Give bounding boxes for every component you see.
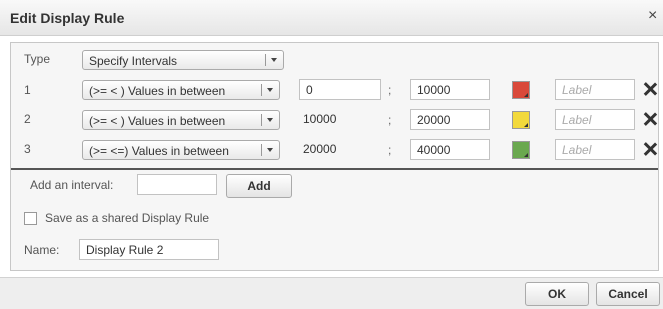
chevron-down-icon — [267, 88, 273, 92]
interval-from-input[interactable]: 0 — [299, 79, 381, 100]
chevron-down-icon — [271, 58, 277, 62]
remove-interval-icon[interactable] — [643, 142, 657, 156]
chevron-down-icon — [524, 153, 528, 157]
remove-interval-icon[interactable] — [643, 112, 657, 126]
add-interval-input[interactable] — [137, 174, 217, 195]
interval-label-input[interactable]: Label — [555, 139, 635, 160]
type-select-value: Specify Intervals — [89, 54, 178, 68]
dialog-title: Edit Display Rule — [10, 10, 125, 26]
interval-index: 1 — [24, 83, 31, 97]
interval-separator: ; — [388, 143, 392, 157]
interval-operator-select[interactable]: (>= < ) Values in between — [82, 80, 280, 100]
chevron-down-icon — [267, 118, 273, 122]
interval-index: 2 — [24, 112, 31, 126]
type-label: Type — [24, 52, 51, 66]
chevron-down-icon — [524, 123, 528, 127]
chevron-down-icon — [524, 93, 528, 97]
interval-color-picker[interactable] — [512, 81, 530, 99]
dialog-footer: OK Cancel — [0, 277, 663, 309]
interval-to-input[interactable]: 20000 — [410, 109, 490, 130]
interval-operator-value: (>= < ) Values in between — [89, 84, 226, 98]
shared-rule-checkbox[interactable] — [24, 212, 37, 225]
cancel-button[interactable]: Cancel — [596, 282, 660, 306]
select-separator — [261, 84, 262, 96]
select-separator — [261, 114, 262, 126]
interval-color-picker[interactable] — [512, 141, 530, 159]
interval-operator-select[interactable]: (>= <=) Values in between — [82, 140, 280, 160]
interval-separator: ; — [388, 83, 392, 97]
interval-from-value: 20000 — [303, 142, 337, 156]
interval-color-picker[interactable] — [512, 111, 530, 129]
add-interval-label: Add an interval: — [30, 178, 114, 192]
interval-index: 3 — [24, 142, 31, 156]
rule-name-input[interactable]: Display Rule 2 — [79, 239, 219, 260]
chevron-down-icon — [267, 148, 273, 152]
interval-to-input[interactable]: 40000 — [410, 139, 490, 160]
dialog-content: Type Specify Intervals 1 (>= < ) Values … — [10, 42, 659, 271]
name-label: Name: — [24, 243, 60, 257]
type-select[interactable]: Specify Intervals — [82, 50, 284, 70]
interval-from-value: 10000 — [303, 112, 337, 126]
interval-to-input[interactable]: 10000 — [410, 79, 490, 100]
section-divider — [11, 168, 658, 170]
shared-rule-label: Save as a shared Display Rule — [45, 211, 210, 225]
interval-separator: ; — [388, 113, 392, 127]
interval-label-input[interactable]: Label — [555, 79, 635, 100]
interval-operator-select[interactable]: (>= < ) Values in between — [82, 110, 280, 130]
interval-operator-value: (>= < ) Values in between — [89, 114, 226, 128]
add-interval-button[interactable]: Add — [226, 174, 292, 198]
select-separator — [261, 144, 262, 156]
remove-interval-icon[interactable] — [643, 82, 657, 96]
interval-operator-value: (>= <=) Values in between — [89, 144, 229, 158]
dialog-titlebar: Edit Display Rule × — [0, 0, 663, 36]
close-icon[interactable]: × — [648, 8, 657, 24]
select-separator — [265, 54, 266, 66]
ok-button[interactable]: OK — [525, 282, 589, 306]
interval-label-input[interactable]: Label — [555, 109, 635, 130]
edit-display-rule-dialog: Edit Display Rule × Type Specify Interva… — [0, 0, 663, 309]
